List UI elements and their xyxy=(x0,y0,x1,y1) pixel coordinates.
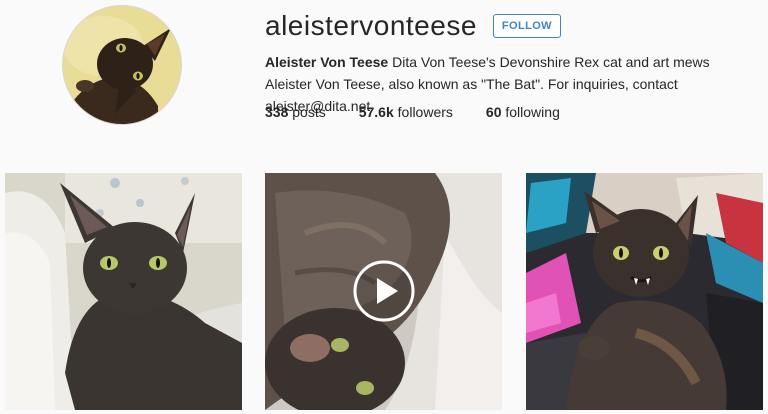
cat-photo xyxy=(526,173,763,410)
post-tile[interactable] xyxy=(5,173,242,410)
follow-button[interactable]: FOLLOW xyxy=(492,14,561,38)
avatar-cat-image xyxy=(63,6,181,124)
followers-count: 57.6k xyxy=(358,104,394,120)
following-label: following xyxy=(501,104,560,120)
avatar[interactable] xyxy=(62,5,182,125)
posts-stat: 338 posts xyxy=(265,102,326,122)
profile-page: aleistervonteese FOLLOW Aleister Von Tee… xyxy=(0,0,768,414)
following-stat[interactable]: 60 following xyxy=(486,102,560,122)
username: aleistervonteese xyxy=(265,10,477,41)
play-icon[interactable] xyxy=(352,259,416,323)
followers-stat[interactable]: 57.6k followers xyxy=(359,102,453,122)
full-name: Aleister Von Teese xyxy=(265,54,389,70)
posts-label: posts xyxy=(288,104,326,120)
followers-label: followers xyxy=(393,104,453,120)
post-tile[interactable] xyxy=(526,173,763,410)
cat-photo xyxy=(5,173,242,410)
post-tile-video[interactable] xyxy=(265,173,502,410)
following-count: 60 xyxy=(485,104,502,120)
posts-count: 338 xyxy=(265,104,289,120)
username-row: aleistervonteese FOLLOW xyxy=(265,8,561,44)
profile-stats: 338 posts 57.6k followers 60 following xyxy=(265,102,593,122)
